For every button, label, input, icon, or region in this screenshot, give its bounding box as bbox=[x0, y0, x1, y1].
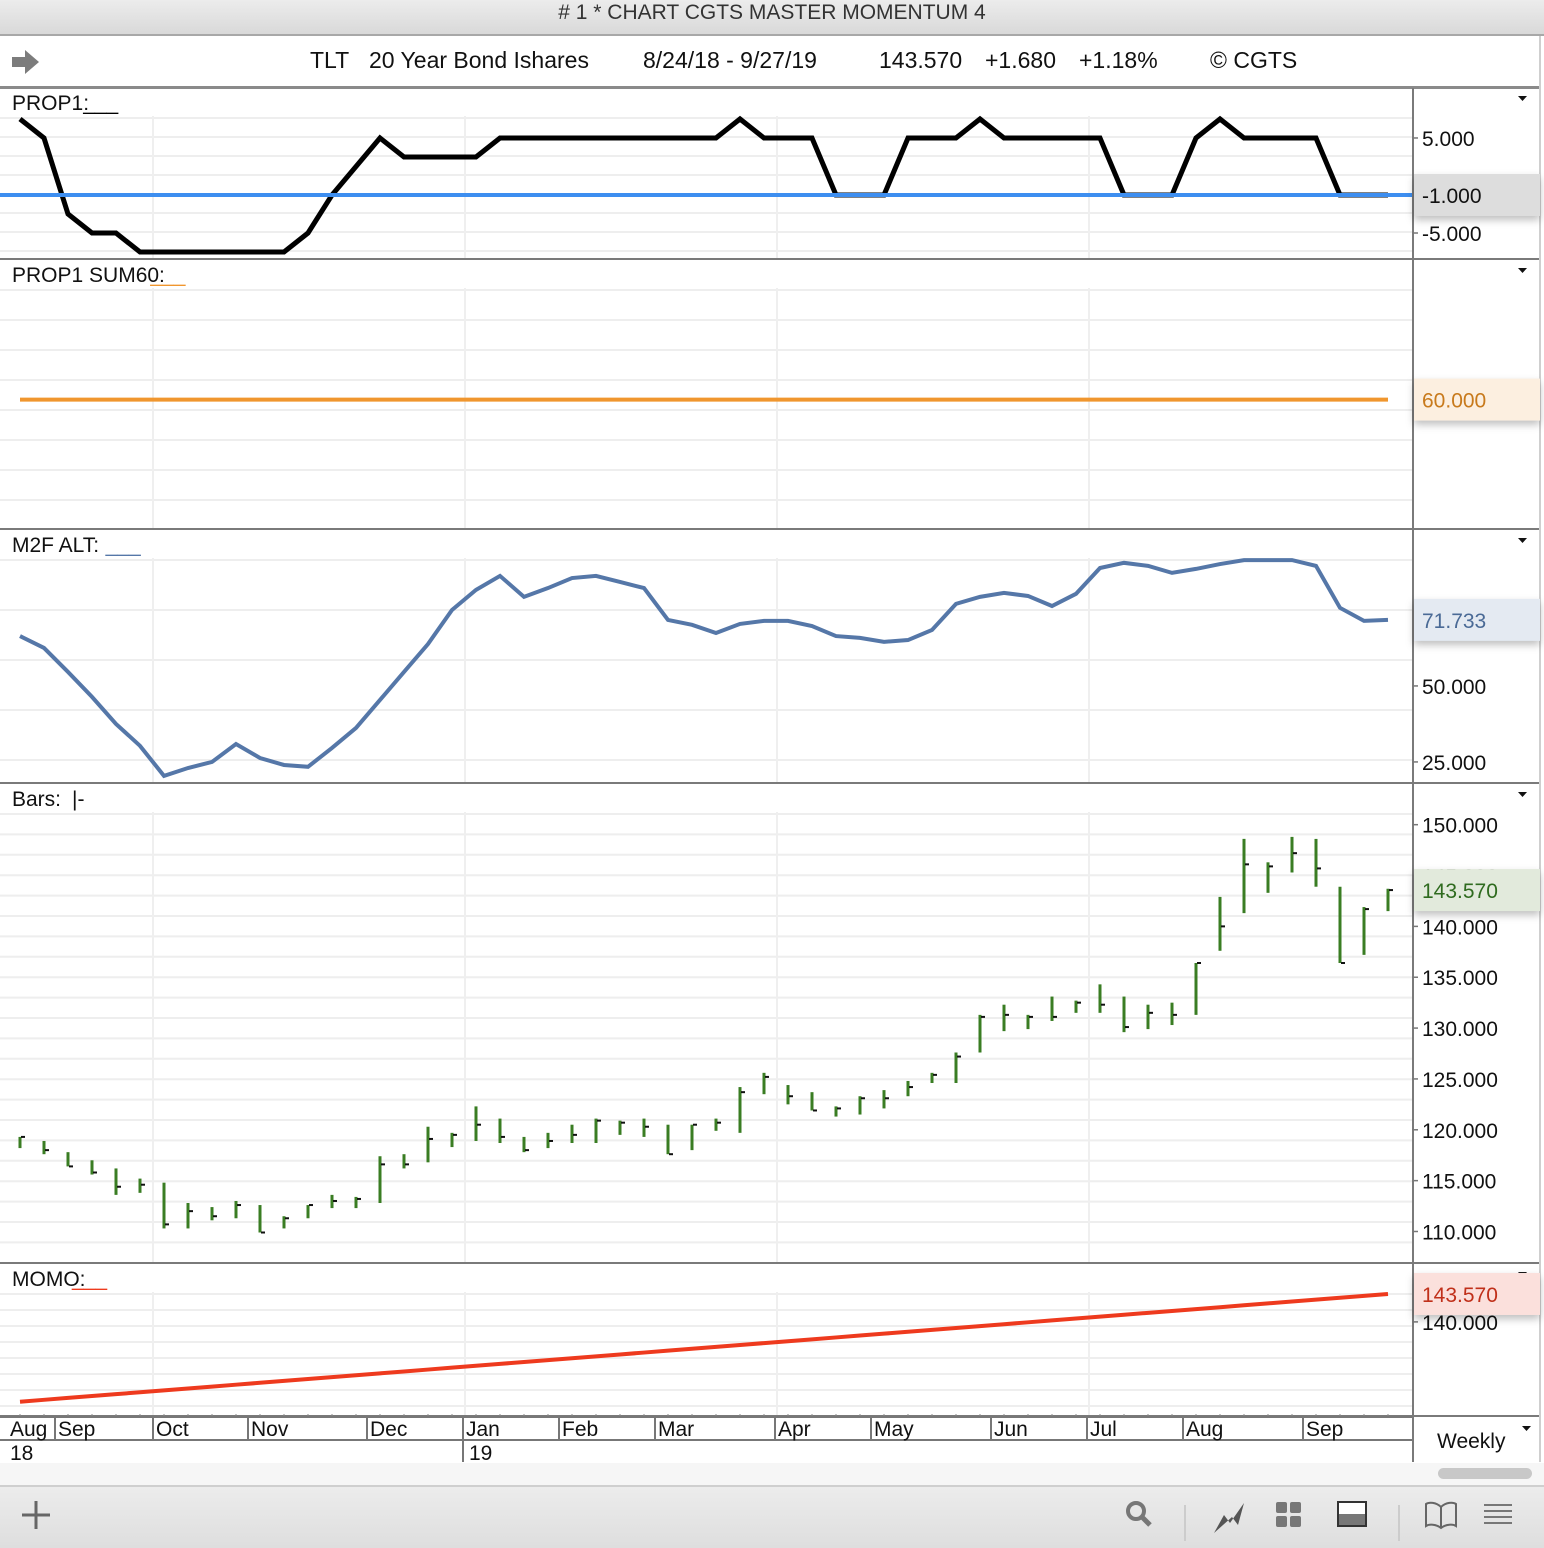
month-label: Aug bbox=[1186, 1418, 1223, 1441]
month-label: Jul bbox=[1090, 1418, 1117, 1441]
y-tick-label: 110.000 bbox=[1422, 1221, 1496, 1244]
legend-marker: ___ bbox=[82, 92, 118, 115]
month-label: Jan bbox=[466, 1418, 500, 1441]
y-tick-label: 5.000 bbox=[1422, 128, 1475, 151]
dropdown-icon[interactable] bbox=[1522, 1426, 1531, 1431]
y-tick-label: -5.000 bbox=[1422, 223, 1482, 246]
panel-2[interactable]: PROP1 SUM60:___ bbox=[0, 264, 1540, 529]
month-label: Apr bbox=[778, 1418, 811, 1441]
month-label: Sep bbox=[58, 1418, 95, 1441]
y-tick-label: 115.000 bbox=[1422, 1171, 1496, 1194]
plus-icon[interactable] bbox=[20, 1499, 52, 1531]
last-value-label: 143.570 bbox=[1422, 1284, 1498, 1307]
y-tick-label: 50.000 bbox=[1422, 676, 1486, 699]
panel-icon[interactable] bbox=[1336, 1499, 1370, 1529]
dropdown-icon[interactable] bbox=[1518, 792, 1527, 797]
year-label: 19 bbox=[469, 1442, 492, 1465]
y-tick-label: 135.000 bbox=[1422, 967, 1498, 990]
dropdown-icon[interactable] bbox=[1518, 538, 1527, 543]
month-label: Mar bbox=[658, 1418, 694, 1441]
panel-label: PROP1 SUM60: bbox=[12, 264, 165, 287]
y-tick-label: 120.000 bbox=[1422, 1120, 1498, 1143]
panel-1[interactable]: PROP1:___ bbox=[0, 92, 1540, 259]
toolbar-separator bbox=[1184, 1505, 1186, 1541]
y-tick-label: 25.000 bbox=[1422, 752, 1486, 775]
panel-label: Bars: bbox=[12, 788, 61, 811]
toolbar-separator bbox=[1398, 1505, 1400, 1541]
month-label: Sep bbox=[1306, 1418, 1343, 1441]
dropdown-icon[interactable] bbox=[1518, 268, 1527, 273]
search-icon[interactable] bbox=[1124, 1499, 1154, 1531]
y-tick-label: 140.000 bbox=[1422, 916, 1498, 939]
month-label: Jun bbox=[994, 1418, 1028, 1441]
panel-4[interactable]: Bars: |- bbox=[0, 788, 1540, 1263]
legend-marker: ___ bbox=[105, 534, 141, 557]
month-label: Feb bbox=[562, 1418, 598, 1441]
dropdown-icon[interactable] bbox=[1518, 96, 1527, 101]
last-value-label: 143.570 bbox=[1422, 880, 1498, 903]
legend-marker: |- bbox=[72, 788, 84, 811]
periodicity-selector[interactable]: Weekly bbox=[1437, 1430, 1506, 1453]
legend-marker: ___ bbox=[149, 264, 185, 287]
chart-area[interactable]: PROP1:___PROP1 SUM60:___M2F ALT:___Bars:… bbox=[0, 0, 1544, 1485]
y-tick-label: 150.000 bbox=[1422, 815, 1498, 838]
y-tick-label: 140.000 bbox=[1422, 1312, 1498, 1335]
book-icon[interactable] bbox=[1424, 1499, 1458, 1531]
month-label: Nov bbox=[251, 1418, 289, 1441]
grid-icon[interactable] bbox=[1274, 1499, 1304, 1529]
last-value-label: 71.733 bbox=[1422, 610, 1486, 633]
menu-icon[interactable] bbox=[1482, 1499, 1514, 1529]
bottom-toolbar bbox=[0, 1485, 1544, 1548]
month-label: Aug bbox=[10, 1418, 47, 1441]
chart-line-icon[interactable] bbox=[1212, 1499, 1248, 1535]
y-tick-label: 130.000 bbox=[1422, 1018, 1498, 1041]
scroll-area[interactable] bbox=[0, 1463, 1544, 1485]
last-value-label: 60.000 bbox=[1422, 390, 1486, 413]
panel-label: M2F ALT: bbox=[12, 534, 99, 557]
month-label: May bbox=[874, 1418, 914, 1441]
month-label: Dec bbox=[370, 1418, 407, 1441]
year-label: 18 bbox=[10, 1442, 33, 1465]
m2f-line bbox=[20, 560, 1388, 776]
last-value-label: -1.000 bbox=[1422, 185, 1482, 208]
legend-marker: ___ bbox=[71, 1268, 107, 1291]
month-label: Oct bbox=[156, 1418, 189, 1441]
horizontal-scrollbar[interactable] bbox=[1438, 1468, 1532, 1479]
y-tick-label: 125.000 bbox=[1422, 1069, 1498, 1092]
panel-label: PROP1: bbox=[12, 92, 89, 115]
